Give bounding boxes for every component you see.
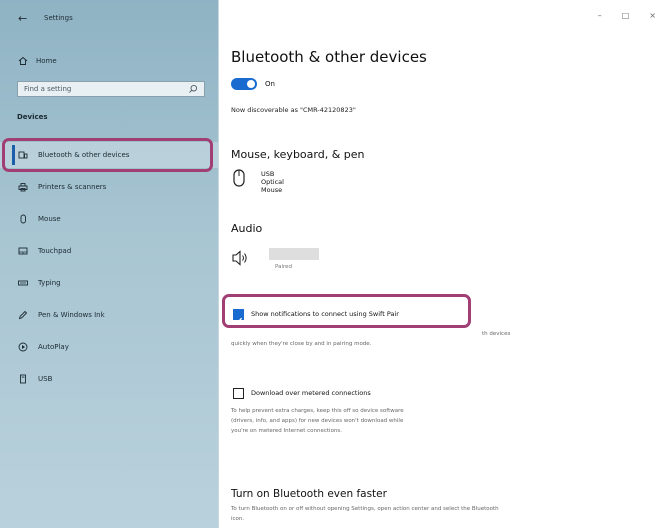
pen-icon — [18, 310, 28, 320]
window-controls: – □ × — [598, 11, 656, 20]
section-title-mouse: Mouse, keyboard, & pen — [231, 148, 365, 161]
bluetooth-devices-icon — [18, 151, 28, 159]
printer-icon — [18, 183, 28, 192]
sidebar-item-bluetooth[interactable]: Bluetooth & other devices — [0, 142, 218, 168]
toggle-state-label: On — [265, 80, 275, 88]
sidebar-item-mouse[interactable]: Mouse — [0, 206, 218, 232]
minimize-button[interactable]: – — [598, 11, 602, 20]
sidebar-item-home[interactable]: Home — [18, 54, 57, 68]
section-title-faster: Turn on Bluetooth even faster — [231, 488, 387, 500]
maximize-button[interactable]: □ — [622, 11, 630, 20]
desc-line: (drivers, info, and apps) for new device… — [231, 418, 404, 424]
sidebar-item-label: Printers & scanners — [38, 183, 107, 191]
mouse-device-icon — [233, 169, 245, 187]
autoplay-icon — [18, 342, 28, 352]
search-input[interactable]: Find a setting — [17, 81, 205, 97]
close-button[interactable]: × — [649, 11, 656, 20]
bluetooth-toggle[interactable] — [231, 78, 257, 90]
sidebar-item-usb[interactable]: USB — [0, 366, 218, 392]
keyboard-icon — [18, 280, 28, 286]
checkmark-icon — [235, 317, 243, 324]
swift-pair-checkbox[interactable] — [233, 309, 244, 324]
sidebar-item-label: USB — [38, 375, 53, 383]
device-name: USB Optical Mouse — [261, 170, 284, 194]
title-bar: ← Settings — [0, 0, 218, 40]
sidebar-item-label: AutoPlay — [38, 343, 69, 351]
device-status: Paired — [275, 264, 292, 270]
sidebar-item-label: Mouse — [38, 215, 61, 223]
redacted-device-name — [269, 248, 319, 260]
sidebar-item-label: Typing — [38, 279, 61, 287]
speaker-icon — [232, 250, 247, 266]
settings-window: ← Settings Home Find a setting Devices B… — [0, 0, 668, 528]
sidebar-item-printers[interactable]: Printers & scanners — [0, 174, 218, 200]
selected-indicator — [12, 145, 15, 165]
sidebar-item-typing[interactable]: Typing — [0, 270, 218, 296]
desc-line: To turn Bluetooth on or off without open… — [231, 506, 499, 512]
usb-icon — [20, 374, 26, 384]
discoverable-text: Now discoverable as "CMR-42120823" — [231, 106, 356, 114]
home-icon — [18, 56, 28, 65]
metered-download-desc: To help prevent extra charges, keep this… — [231, 406, 404, 436]
main-content: – □ × Bluetooth & other devices On Now d… — [219, 0, 668, 528]
mouse-icon — [20, 214, 26, 224]
metered-download-label: Download over metered connections — [251, 389, 371, 397]
swift-pair-label: Show notifications to connect using Swif… — [251, 310, 399, 318]
swift-pair-desc-line2: quickly when they're close by and in pai… — [231, 341, 372, 347]
desc-line: you're on metered Internet connections. — [231, 428, 343, 434]
back-arrow-icon[interactable]: ← — [18, 12, 27, 25]
faster-desc: To turn Bluetooth on or off without open… — [231, 504, 499, 524]
sidebar-item-label: Pen & Windows Ink — [38, 311, 105, 319]
sidebar-section-devices: Devices — [17, 113, 48, 121]
search-icon — [189, 84, 198, 93]
sidebar-item-touchpad[interactable]: Touchpad — [0, 238, 218, 264]
swift-pair-desc-line1: th devices — [482, 331, 511, 337]
sidebar-item-pen[interactable]: Pen & Windows Ink — [0, 302, 218, 328]
touchpad-icon — [18, 247, 28, 255]
section-title-audio: Audio — [231, 222, 263, 235]
sidebar-item-autoplay[interactable]: AutoPlay — [0, 334, 218, 360]
metered-download-checkbox[interactable] — [233, 388, 244, 399]
desc-line: To help prevent extra charges, keep this… — [231, 408, 404, 414]
sidebar-item-label: Bluetooth & other devices — [38, 151, 130, 159]
search-placeholder: Find a setting — [24, 85, 72, 93]
sidebar-item-label: Touchpad — [38, 247, 72, 255]
sidebar-home-label: Home — [36, 57, 57, 65]
sidebar: ← Settings Home Find a setting Devices B… — [0, 0, 219, 528]
page-title: Bluetooth & other devices — [231, 48, 427, 66]
toggle-knob — [247, 80, 255, 88]
window-title: Settings — [44, 14, 73, 22]
desc-line: icon. — [231, 516, 245, 522]
